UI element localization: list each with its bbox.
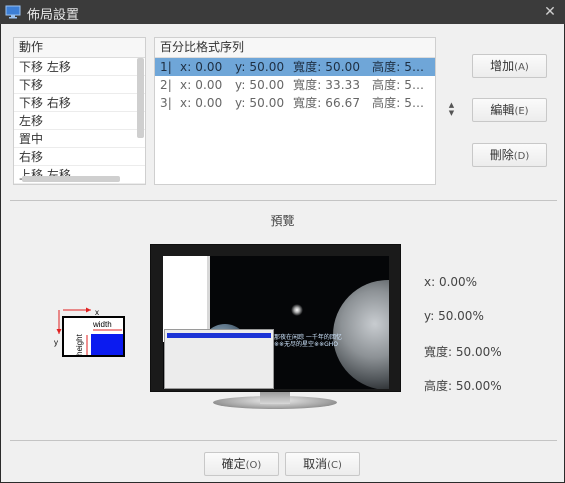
edit-button-accel: (E) [514, 106, 529, 117]
delete-button-label: 刪除 [489, 148, 514, 162]
action-item-down-left[interactable]: 下移 左移 [14, 58, 145, 76]
row-width: 寬度: 50.00 [293, 60, 361, 74]
actions-list: 動作 下移 左移 下移 下移 右移 左移 置中 右移 上移 左移 [13, 37, 146, 185]
preview-label: 預覽 [270, 214, 295, 228]
row-x: x: 0.00 [180, 78, 223, 92]
ok-button-label: 確定 [221, 457, 246, 471]
window-title: 佈局設置 [27, 8, 80, 23]
row-index: 2| [160, 78, 172, 92]
action-item-left[interactable]: 左移 [14, 112, 145, 130]
diagram-width-label: width [92, 320, 112, 329]
preview-x-value: x: 0.00% [424, 275, 478, 289]
move-down-icon[interactable]: ▼ [447, 109, 456, 117]
divider [10, 200, 557, 201]
reorder-spinner[interactable]: ▲ ▼ [447, 101, 456, 117]
actions-list-header: 動作 [14, 38, 145, 58]
monitor-app-icon [5, 5, 21, 19]
delete-button[interactable]: 刪除(D) [472, 143, 547, 167]
preview-window-region [164, 329, 274, 389]
sequence-row[interactable]: 2| x: 0.00 y: 50.00 寬度: 33.33 高度: 5… [155, 76, 435, 94]
add-button[interactable]: 增加(A) [472, 54, 547, 78]
action-item-right[interactable]: 右移 [14, 148, 145, 166]
close-icon[interactable]: ✕ [540, 2, 560, 22]
diagram-y-arrowhead [56, 329, 62, 334]
diagram-height-label: height [75, 333, 84, 356]
add-button-label: 增加 [490, 59, 515, 73]
diagram-y-label: y [54, 338, 58, 347]
row-x: x: 0.00 [180, 96, 223, 110]
layout-diagram: x y width height [54, 307, 125, 357]
diagram-x-arrowhead [86, 307, 91, 313]
cancel-button-label: 取消 [303, 457, 328, 471]
cancel-button-accel: (C) [327, 460, 342, 471]
row-height: 高度: 5… [372, 60, 425, 74]
ok-button[interactable]: 確定(O) [204, 452, 279, 476]
monitor-stand [260, 392, 290, 404]
ok-button-accel: (O) [245, 460, 262, 471]
sequence-list-header: 百分比格式序列 [155, 38, 435, 58]
row-y: y: 50.00 [235, 78, 285, 92]
wallpaper-caption: 那夜在闲踪 一千年的回忆 ※※无尽的星空※※GHO [274, 334, 342, 348]
delete-button-accel: (D) [513, 151, 530, 162]
dialog-client: 動作 下移 左移 下移 下移 右移 左移 置中 右移 上移 左移 百分比格式序列… [1, 24, 564, 482]
cancel-button[interactable]: 取消(C) [285, 452, 360, 476]
sequence-row[interactable]: 1| x: 0.00 y: 50.00 寬度: 50.00 高度: 5… [155, 58, 435, 76]
divider [10, 440, 557, 441]
preview-y-value: y: 50.00% [424, 309, 484, 323]
preview-width-value: 寬度: 50.00% [424, 345, 502, 359]
preview-screen: 那夜在闲踪 一千年的回忆 ※※无尽的星空※※GHO [163, 256, 389, 389]
sequence-row[interactable]: 3| x: 0.00 y: 50.00 寬度: 66.67 高度: 5… [155, 94, 435, 112]
preview-monitor: 那夜在闲踪 一千年的回忆 ※※无尽的星空※※GHO [150, 244, 401, 392]
row-x: x: 0.00 [180, 60, 223, 74]
diagram-region [91, 334, 123, 355]
action-item-down-right[interactable]: 下移 右移 [14, 94, 145, 112]
move-up-icon[interactable]: ▲ [447, 101, 456, 109]
actions-list-vertical-scrollbar[interactable] [137, 58, 144, 138]
action-item-down[interactable]: 下移 [14, 76, 145, 94]
title-bar: 佈局設置 ✕ [0, 0, 565, 24]
row-width: 寬度: 66.67 [293, 96, 361, 110]
wallpaper-star [291, 304, 303, 316]
sequence-list: 百分比格式序列 1| x: 0.00 y: 50.00 寬度: 50.00 高度: 5…… [154, 37, 436, 185]
row-y: y: 50.00 [235, 96, 285, 110]
actions-list-horizontal-scrollbar[interactable] [22, 176, 120, 182]
row-index: 3| [160, 96, 172, 110]
preview-height-value: 高度: 50.00% [424, 379, 502, 393]
row-height: 高度: 5… [372, 96, 425, 110]
preview-window-titlebar [167, 333, 271, 338]
edit-button[interactable]: 編輯(E) [472, 98, 547, 122]
diagram-x-label: x [95, 308, 99, 317]
row-height: 高度: 5… [372, 78, 425, 92]
row-index: 1| [160, 60, 172, 74]
add-button-accel: (A) [514, 62, 529, 73]
action-item-center[interactable]: 置中 [14, 130, 145, 148]
row-width: 寬度: 33.33 [293, 78, 361, 92]
edit-button-label: 編輯 [490, 103, 515, 117]
row-y: y: 50.00 [235, 60, 285, 74]
